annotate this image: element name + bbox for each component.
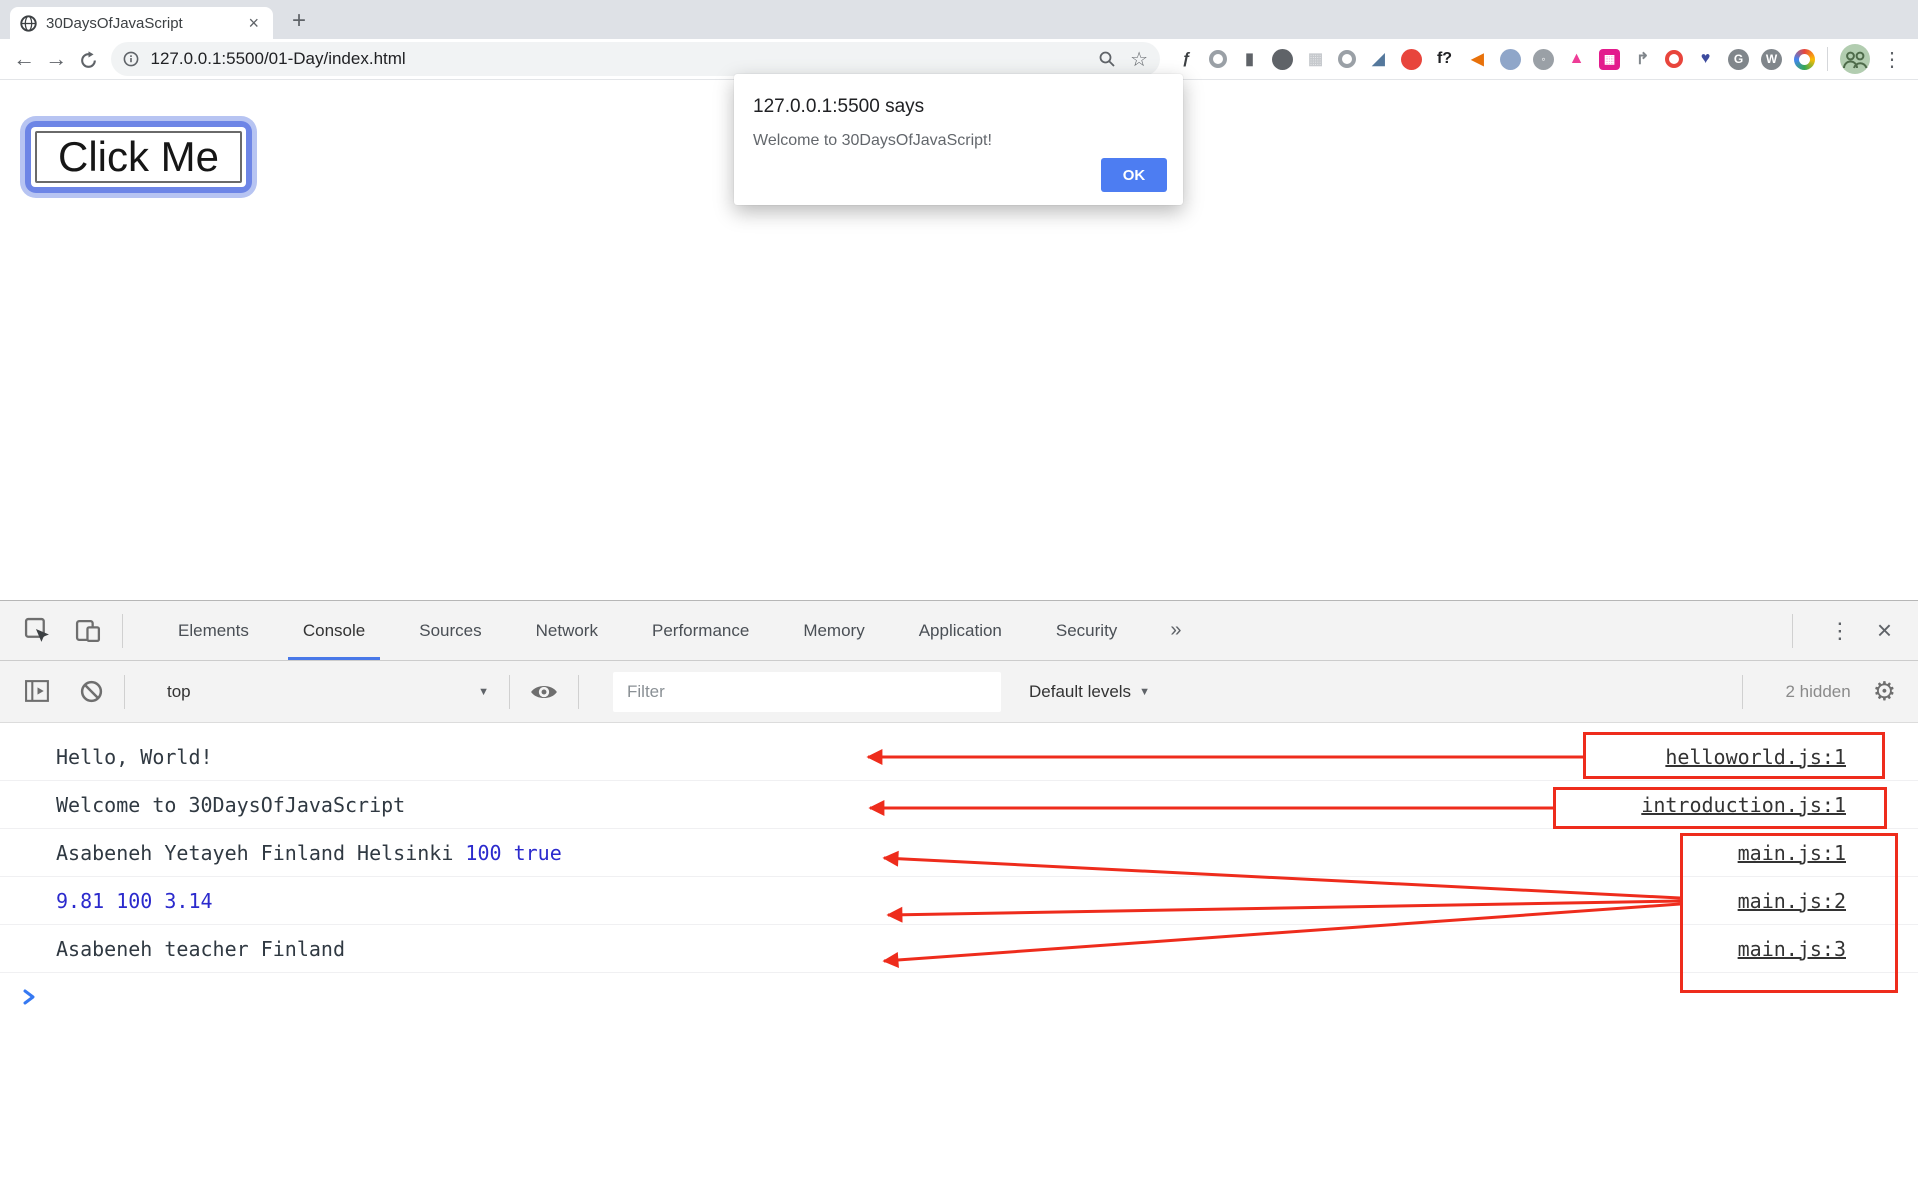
hidden-messages-badge[interactable]: 2 hidden (1785, 682, 1850, 702)
extension-camera[interactable]: ◦ (1533, 48, 1555, 70)
extension-g-circle[interactable]: G (1728, 48, 1750, 70)
console-row: Hello, World! helloworld.js:1 (0, 733, 1918, 781)
devtools-divider (1791, 613, 1793, 648)
click-me-focus-ring: Click Me (20, 116, 258, 198)
extension-script-f[interactable]: ƒ (1176, 49, 1197, 70)
forward-button[interactable]: → (40, 39, 72, 79)
extension-corner-arrow[interactable]: ↱ (1632, 49, 1653, 70)
profile-avatar[interactable] (1840, 44, 1870, 74)
console-row: Asabeneh teacher Finland main.js:3 (0, 925, 1918, 973)
console-messages: Hello, World! helloworld.js:1 Welcome to… (0, 733, 1918, 973)
console-row: 9.81 100 3.14 main.js:2 (0, 877, 1918, 925)
console-message: 9.81 100 3.14 (56, 888, 213, 913)
console-message: Asabeneh Yetayeh Finland Helsinki 100 tr… (56, 840, 562, 865)
url-text: 127.0.0.1:5500/01-Day/index.html (150, 49, 406, 68)
inspect-element-icon[interactable] (24, 617, 51, 644)
browser-window: 30DaysOfJavaScript × + ← → 127.0.0.1:550… (0, 0, 1918, 1200)
toolbar-divider (1827, 47, 1828, 71)
devtools-close-icon[interactable]: × (1877, 615, 1892, 646)
extension-heart-search[interactable]: ♥ (1695, 49, 1716, 70)
source-link[interactable]: helloworld.js:1 (1665, 745, 1846, 769)
device-toolbar-icon[interactable] (75, 617, 102, 644)
extension-blue-swirl[interactable] (1500, 48, 1522, 70)
tab-title: 30DaysOfJavaScript (46, 14, 183, 32)
console-row: Welcome to 30DaysOfJavaScript introducti… (0, 781, 1918, 829)
clear-console-icon[interactable] (79, 679, 104, 704)
extension-red-blob[interactable] (1401, 48, 1423, 70)
browser-tab[interactable]: 30DaysOfJavaScript × (10, 7, 273, 39)
chevron-down-icon: ▼ (478, 685, 489, 698)
toolbar-divider (124, 674, 125, 709)
globe-favicon-icon (20, 14, 37, 32)
extension-f-question[interactable]: f? (1434, 49, 1455, 70)
extension-columns[interactable]: ▮ (1239, 49, 1260, 70)
console-toolbar: top ▼ Default levels ▼ 2 hidden ⚙ (0, 661, 1918, 723)
alert-dialog: 127.0.0.1:5500 says Welcome to 30DaysOfJ… (734, 74, 1183, 205)
log-levels-dropdown[interactable]: Default levels ▼ (1029, 682, 1150, 702)
console-row: Asabeneh Yetayeh Finland Helsinki 100 tr… (0, 829, 1918, 877)
extension-rainbow-ring[interactable] (1794, 48, 1816, 70)
console-prompt[interactable] (0, 973, 1918, 1021)
extension-dial[interactable] (1209, 50, 1228, 68)
new-tab-button[interactable]: + (285, 7, 313, 35)
devtools-tab-memory[interactable]: Memory (776, 601, 891, 660)
alert-ok-button[interactable]: OK (1101, 158, 1167, 192)
back-button[interactable]: ← (8, 39, 40, 79)
devtools-tab-elements[interactable]: Elements (151, 601, 276, 660)
devtools-menu-icon[interactable]: ⋮ (1829, 618, 1851, 644)
devtools-tabs: Elements Console Sources Network Performance… (151, 601, 1144, 660)
extension-red-ring[interactable] (1665, 50, 1684, 68)
browser-menu-icon[interactable]: ⋮ (1882, 47, 1902, 72)
source-link[interactable]: introduction.js:1 (1641, 793, 1846, 817)
console-log: Hello, World! helloworld.js:1 Welcome to… (0, 723, 1918, 1021)
devtools-divider (122, 613, 123, 648)
alert-message: Welcome to 30DaysOfJavaScript! (753, 132, 992, 149)
settings-gear-icon[interactable]: ⚙ (1873, 676, 1896, 707)
console-sidebar-icon[interactable] (24, 678, 51, 705)
site-info-icon[interactable] (123, 51, 139, 67)
extension-grid-light[interactable]: ▦ (1305, 49, 1326, 70)
console-message: Welcome to 30DaysOfJavaScript (56, 792, 406, 817)
extension-eyedropper[interactable]: ◢ (1368, 49, 1389, 70)
more-tabs-chevron[interactable]: » (1144, 619, 1207, 642)
extension-w-circle[interactable]: W (1761, 48, 1783, 70)
extension-brackets-circle[interactable] (1338, 50, 1357, 68)
extension-bug[interactable] (1272, 48, 1294, 70)
reload-button[interactable] (72, 39, 104, 79)
prompt-chevron-icon (23, 989, 35, 1005)
bookmark-star-icon[interactable]: ☆ (1130, 47, 1148, 72)
chevron-down-icon: ▼ (1139, 685, 1150, 698)
devtools-panel: Elements Console Sources Network Performance… (0, 600, 1918, 1200)
toolbar-divider (1742, 674, 1744, 709)
devtools-tab-security[interactable]: Security (1029, 601, 1144, 660)
toolbar-divider (578, 674, 579, 709)
devtools-tab-console[interactable]: Console (276, 601, 392, 660)
filter-input[interactable] (613, 671, 1001, 712)
log-levels-label: Default levels (1029, 681, 1132, 701)
zoom-page-icon[interactable] (1098, 50, 1116, 68)
tab-close-icon[interactable]: × (244, 13, 263, 34)
devtools-tab-bar: Elements Console Sources Network Performance… (0, 601, 1918, 661)
devtools-tab-network[interactable]: Network (509, 601, 625, 660)
extension-bell-pink[interactable]: ▲ (1566, 49, 1587, 70)
source-link[interactable]: main.js:3 (1738, 937, 1846, 961)
devtools-tab-application[interactable]: Application (892, 601, 1029, 660)
devtools-tab-sources[interactable]: Sources (392, 601, 508, 660)
toolbar-divider (509, 674, 510, 709)
extension-magenta-box[interactable]: ▦ (1599, 48, 1621, 70)
console-message: Asabeneh teacher Finland (56, 936, 345, 961)
tab-strip: 30DaysOfJavaScript × + (0, 0, 1918, 39)
click-me-button[interactable]: Click Me (35, 131, 243, 183)
alert-title: 127.0.0.1:5500 says (753, 96, 925, 117)
context-selector-dropdown[interactable]: top ▼ (167, 682, 489, 702)
live-expression-eye-icon[interactable] (530, 682, 558, 702)
extension-megaphone[interactable]: ◀ (1467, 49, 1488, 70)
source-link[interactable]: main.js:2 (1738, 889, 1846, 913)
source-link[interactable]: main.js:1 (1738, 841, 1846, 865)
context-selector-label: top (167, 681, 191, 701)
extensions-bar: ƒ ▮ ▦ ◢ f? ◀ ◦ ▲ ▦ ↱ ♥ G W (1176, 48, 1816, 70)
address-bar[interactable]: 127.0.0.1:5500/01-Day/index.html ☆ (110, 42, 1161, 76)
devtools-tab-performance[interactable]: Performance (625, 601, 776, 660)
console-message: Hello, World! (56, 744, 213, 769)
